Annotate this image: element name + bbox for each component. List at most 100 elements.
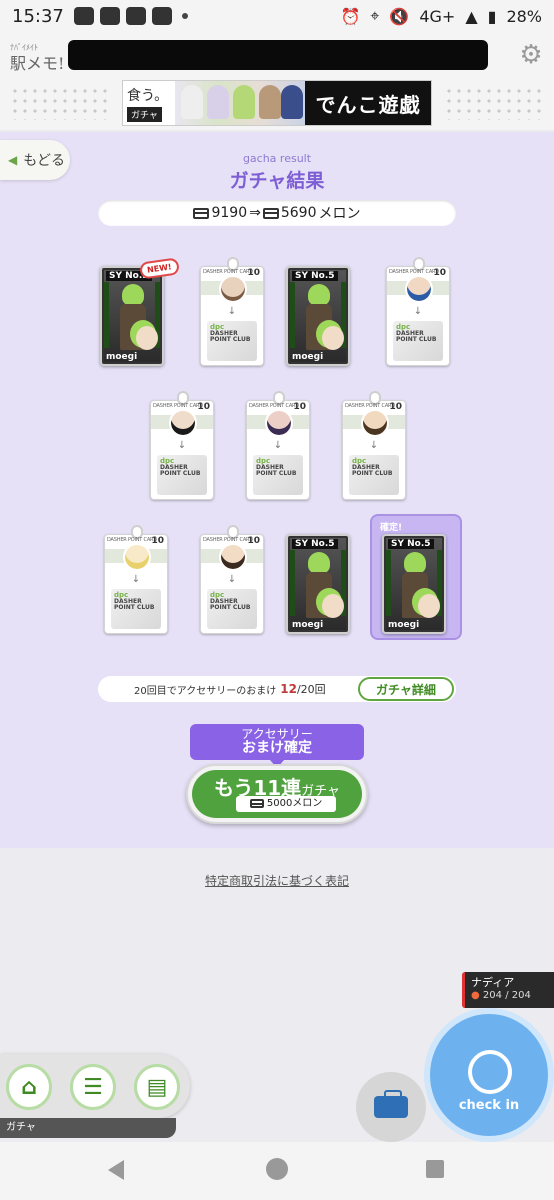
down-arrow-icon: ↓ xyxy=(413,306,423,317)
current-screen-label: ガチャ xyxy=(0,1118,176,1138)
result-card-dasher[interactable]: DASHER POINT CARD 10 ↓ dpc DASHER POINT CL… xyxy=(386,257,450,366)
meron-after: 5690 xyxy=(280,205,317,221)
character-avatar xyxy=(169,409,197,437)
check-in-icon xyxy=(468,1050,512,1094)
character-face xyxy=(322,594,344,618)
dpc-title: DASHER POINT CLUB xyxy=(160,464,201,477)
guaranteed-badge: 確定! xyxy=(380,523,403,533)
dasher-point-club-card: dpc DASHER POINT CLUB xyxy=(207,321,257,361)
meron-card-icon xyxy=(193,207,210,219)
banner-gacha-tag: ガチャ xyxy=(127,106,162,122)
list-icon: ☰ xyxy=(83,1074,103,1100)
dpc-title: DASHER POINT CLUB xyxy=(210,330,251,343)
dash-card-value: 10 xyxy=(247,536,260,546)
gear-icon[interactable]: ⚙ xyxy=(518,42,544,68)
partner-status[interactable]: ナディア ● 204 / 204 xyxy=(462,972,554,1008)
flame-icon: ● xyxy=(471,990,480,1001)
dpc-title: DASHER POINT CLUB xyxy=(256,464,297,477)
dash-card-header: DASHER POINT CARD xyxy=(249,403,299,409)
result-subtitle: gacha result xyxy=(242,152,312,165)
check-in-label: check in xyxy=(458,1098,520,1113)
ad-banner[interactable]: 食う。 ガチャ でんこ遊戯 xyxy=(122,80,432,126)
location-icon: ⌖ xyxy=(370,6,380,25)
notification-icon xyxy=(73,7,94,25)
notification-icon xyxy=(125,7,146,25)
accessory-line1: アクセサリー xyxy=(241,727,313,741)
meron-card-icon xyxy=(249,798,264,808)
banner-character xyxy=(233,85,255,119)
banner-character xyxy=(259,85,281,119)
result-card-dasher[interactable]: DASHER POINT CARD 10 ↓ dpc DASHER POINT CL… xyxy=(342,391,406,500)
accessory-bonus-bubble: アクセサリー おまけ確定 xyxy=(190,724,364,768)
result-card-dasher[interactable]: DASHER POINT CARD 10 ↓ dpc DASHER POINT CL… xyxy=(104,525,168,634)
character-avatar xyxy=(219,275,247,303)
banner-left: 食う。 ガチャ xyxy=(123,85,175,122)
character-hair xyxy=(404,552,426,574)
train-button[interactable]: ▤ xyxy=(134,1064,180,1110)
battery-icon: ▮ xyxy=(487,6,497,26)
down-arrow-icon: ↓ xyxy=(131,574,141,585)
result-card-denco[interactable]: SY No.5 moegi xyxy=(286,266,350,366)
down-arrow-icon: ↓ xyxy=(369,440,379,451)
menu-button[interactable]: ☰ xyxy=(70,1064,116,1110)
meron-balance: 9190 ⇒ 5690 メロン xyxy=(98,200,456,226)
result-card-denco[interactable]: SY No.5 moegi xyxy=(286,534,350,634)
result-card-denco[interactable]: SY No.5 moegi xyxy=(100,266,164,366)
result-card-dasher[interactable]: DASHER POINT CARD 10 ↓ dpc DASHER POINT CL… xyxy=(246,391,310,500)
banner-character xyxy=(281,85,303,119)
app-logo: ﾅﾊﾟｲﾒｲﾄ 駅メモ! xyxy=(10,40,64,72)
result-card-dasher[interactable]: DASHER POINT CARD 10 ↓ dpc DASHER POINT CL… xyxy=(200,525,264,634)
home-icon: ⌂ xyxy=(21,1074,37,1100)
dpc-title: DASHER POINT CLUB xyxy=(352,464,393,477)
dash-card-value: 10 xyxy=(293,402,306,412)
dash-card-value: 10 xyxy=(247,268,260,278)
character-face xyxy=(136,326,158,350)
result-card-denco[interactable]: SY No.5 moegi xyxy=(382,534,446,634)
notification-icon xyxy=(151,7,172,25)
home-nav-icon[interactable] xyxy=(266,1158,288,1180)
bonus-text: 20回目でアクセサリーのおまけ xyxy=(134,685,277,697)
dasher-point-club-card: dpc DASHER POINT CLUB xyxy=(393,321,443,361)
new-badge: NEW! xyxy=(139,257,180,280)
gacha-again-button[interactable]: もう11連ガチャ 5000メロン xyxy=(186,764,368,824)
character-face xyxy=(418,594,440,618)
card-frame xyxy=(290,550,295,616)
result-card-dasher[interactable]: DASHER POINT CARD 10 ↓ dpc DASHER POINT CL… xyxy=(200,257,264,366)
dash-card-value: 10 xyxy=(197,402,210,412)
dpc-title: DASHER POINT CLUB xyxy=(114,598,155,611)
check-in-button[interactable]: check in xyxy=(424,1008,554,1142)
card-series-label: SY xyxy=(295,539,308,549)
card-character-name: moegi xyxy=(388,620,420,630)
down-arrow-icon: ↓ xyxy=(227,574,237,585)
character-avatar xyxy=(265,409,293,437)
page-title: ガチャ結果 xyxy=(229,170,325,192)
status-time: 15:37 xyxy=(12,5,64,27)
character-avatar xyxy=(405,275,433,303)
alarm-icon: ⏰ xyxy=(340,6,361,26)
banner-character xyxy=(181,85,203,119)
character-hair xyxy=(308,552,330,574)
more-notifications-icon xyxy=(181,13,188,19)
character-avatar xyxy=(361,409,389,437)
gacha-result-panel: ◀ もどる gacha result ガチャ結果 9190 ⇒ 5690 メロン… xyxy=(0,132,554,848)
system-nav-bar xyxy=(0,1142,554,1200)
dash-card-header: DASHER POINT CARD xyxy=(345,403,395,409)
character-avatar xyxy=(123,543,151,571)
status-bar: 15:37 ⏰ ⌖ 🔇 4G+ ▲ ▮ 28% xyxy=(0,0,554,32)
home-button[interactable]: ⌂ xyxy=(6,1064,52,1110)
gacha-detail-button[interactable]: ガチャ詳細 xyxy=(358,677,454,701)
down-arrow-icon: ↓ xyxy=(177,440,187,451)
dasher-point-club-card: dpc DASHER POINT CLUB xyxy=(207,589,257,629)
briefcase-icon xyxy=(374,1090,408,1118)
legal-notice-link[interactable]: 特定商取引法に基づく表記 xyxy=(0,872,554,889)
dash-card-header: DASHER POINT CARD xyxy=(153,403,203,409)
recent-apps-icon[interactable] xyxy=(426,1160,444,1178)
partner-hp: ● 204 / 204 xyxy=(471,990,548,1001)
result-card-dasher[interactable]: DASHER POINT CARD 10 ↓ dpc DASHER POINT CL… xyxy=(150,391,214,500)
logo-text: 駅メモ! xyxy=(10,54,65,73)
bag-button[interactable] xyxy=(356,1072,426,1142)
banner-characters xyxy=(175,81,305,125)
card-series-no: No.5 xyxy=(407,539,431,549)
back-nav-icon[interactable] xyxy=(108,1160,124,1180)
mute-icon: 🔇 xyxy=(389,6,410,26)
